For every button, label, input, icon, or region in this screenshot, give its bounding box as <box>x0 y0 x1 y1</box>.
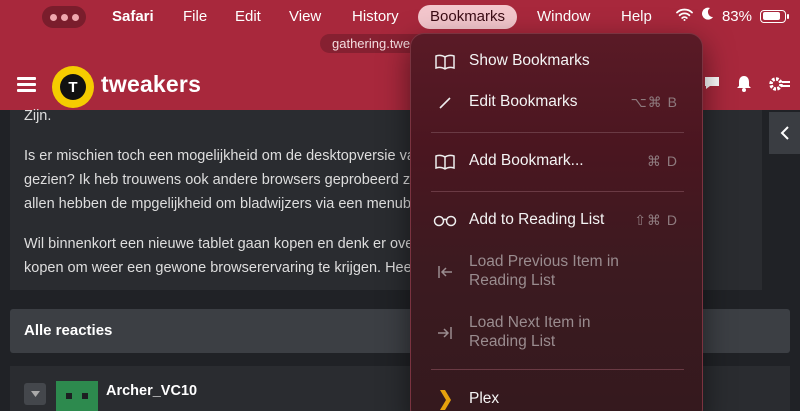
post-text-line: kopen om weer een gewone browserervaring… <box>24 260 427 276</box>
menu-separator <box>431 132 684 133</box>
menu-window[interactable]: Window <box>537 8 590 25</box>
menu-separator <box>431 191 684 192</box>
menu-item-label-line: Load Next Item in <box>469 314 591 331</box>
avatar[interactable] <box>56 381 98 411</box>
dot-icon <box>49 13 57 21</box>
arrow-left-to-bar-icon <box>433 263 457 281</box>
collapse-toggle-button[interactable] <box>24 383 46 405</box>
battery-icon[interactable] <box>760 9 789 23</box>
menu-item-add-reading-list[interactable]: Add to Reading List ⇧⌘ D <box>411 203 704 237</box>
moon-icon[interactable] <box>701 7 714 25</box>
menu-item-label-line: Reading List <box>469 272 556 289</box>
plex-chevron-icon <box>433 390 457 410</box>
menu-item-label-line: Load Previous Item in <box>469 253 619 270</box>
post-text-line: Is er mischien toch een mogelijkheid om … <box>24 148 423 164</box>
reacties-title: Alle reacties <box>24 322 113 339</box>
menu-item-plex[interactable]: Plex <box>411 382 704 411</box>
bell-icon[interactable] <box>736 75 752 93</box>
logo-letter: T <box>60 74 86 100</box>
arrow-right-to-bar-icon <box>433 324 457 342</box>
menu-item-label: Show Bookmarks <box>469 52 590 69</box>
menu-view[interactable]: View <box>289 8 321 25</box>
menu-history[interactable]: History <box>352 8 399 25</box>
glasses-icon <box>433 212 457 230</box>
bookmarks-menu: Show Bookmarks Edit Bookmarks ⌥⌘ B Add B… <box>410 33 703 411</box>
dot-icon <box>71 13 79 21</box>
hamburger-menu-icon[interactable] <box>17 77 36 92</box>
settings-gear-icon[interactable] <box>768 75 790 93</box>
menu-bar: Safari File Edit View History Bookmarks … <box>0 0 800 34</box>
pencil-icon <box>433 94 457 112</box>
comment-username[interactable]: Archer_VC10 <box>106 383 197 399</box>
menu-item-load-next[interactable]: Load Next Item in Reading List <box>411 313 704 353</box>
menu-separator <box>431 369 684 370</box>
book-icon <box>433 153 457 171</box>
menu-item-add-bookmark[interactable]: Add Bookmark... ⌘ D <box>411 144 704 178</box>
book-icon <box>433 53 457 71</box>
caret-down-icon <box>30 391 40 397</box>
menu-item-shortcut: ⌘ D <box>647 153 678 169</box>
menu-item-label: Edit Bookmarks <box>469 93 578 110</box>
sidebar-toggle[interactable] <box>769 112 800 154</box>
menu-help[interactable]: Help <box>621 8 652 25</box>
menu-item-label-line: Reading List <box>469 333 556 350</box>
menu-item-label: Load Previous Item in Reading List <box>469 252 619 290</box>
menu-item-load-previous[interactable]: Load Previous Item in Reading List <box>411 252 704 292</box>
menu-item-shortcut: ⌥⌘ B <box>630 94 678 110</box>
menu-item-label: Plex <box>469 390 500 407</box>
battery-level <box>762 12 780 20</box>
menu-item-label: Add Bookmark... <box>469 152 584 169</box>
post-text-line: gezien? Ik heb trouwens ook andere brows… <box>24 172 427 188</box>
menu-item-shortcut: ⇧⌘ D <box>634 212 678 228</box>
menu-item-edit-bookmarks[interactable]: Edit Bookmarks ⌥⌘ B <box>411 85 704 119</box>
post-text-line: allen hebben de mpgelijkheid om bladwijz… <box>24 196 430 212</box>
menu-item-label: Add to Reading List <box>469 211 605 228</box>
menu-item-show-bookmarks[interactable]: Show Bookmarks <box>411 44 704 78</box>
menu-edit[interactable]: Edit <box>235 8 261 25</box>
header-icons <box>704 75 790 93</box>
status-area: 83% <box>676 7 789 25</box>
chevron-left-icon <box>780 126 789 140</box>
menu-app-safari[interactable]: Safari <box>112 8 154 25</box>
wifi-icon[interactable] <box>676 8 693 25</box>
menu-item-label: Load Next Item in Reading List <box>469 313 590 351</box>
window-controls[interactable] <box>42 6 86 28</box>
chat-icon[interactable] <box>704 75 720 93</box>
tweakers-logo[interactable]: T <box>52 66 94 108</box>
menu-file[interactable]: File <box>183 8 207 25</box>
logo-text[interactable]: tweakers <box>101 71 201 98</box>
post-text-line: Wil binnenkort een nieuwe tablet gaan ko… <box>24 236 430 252</box>
dot-icon <box>60 13 68 21</box>
post-text-line: Zijn. <box>24 108 52 124</box>
battery-percent: 83% <box>721 7 752 25</box>
menu-bookmarks[interactable]: Bookmarks <box>418 5 518 29</box>
